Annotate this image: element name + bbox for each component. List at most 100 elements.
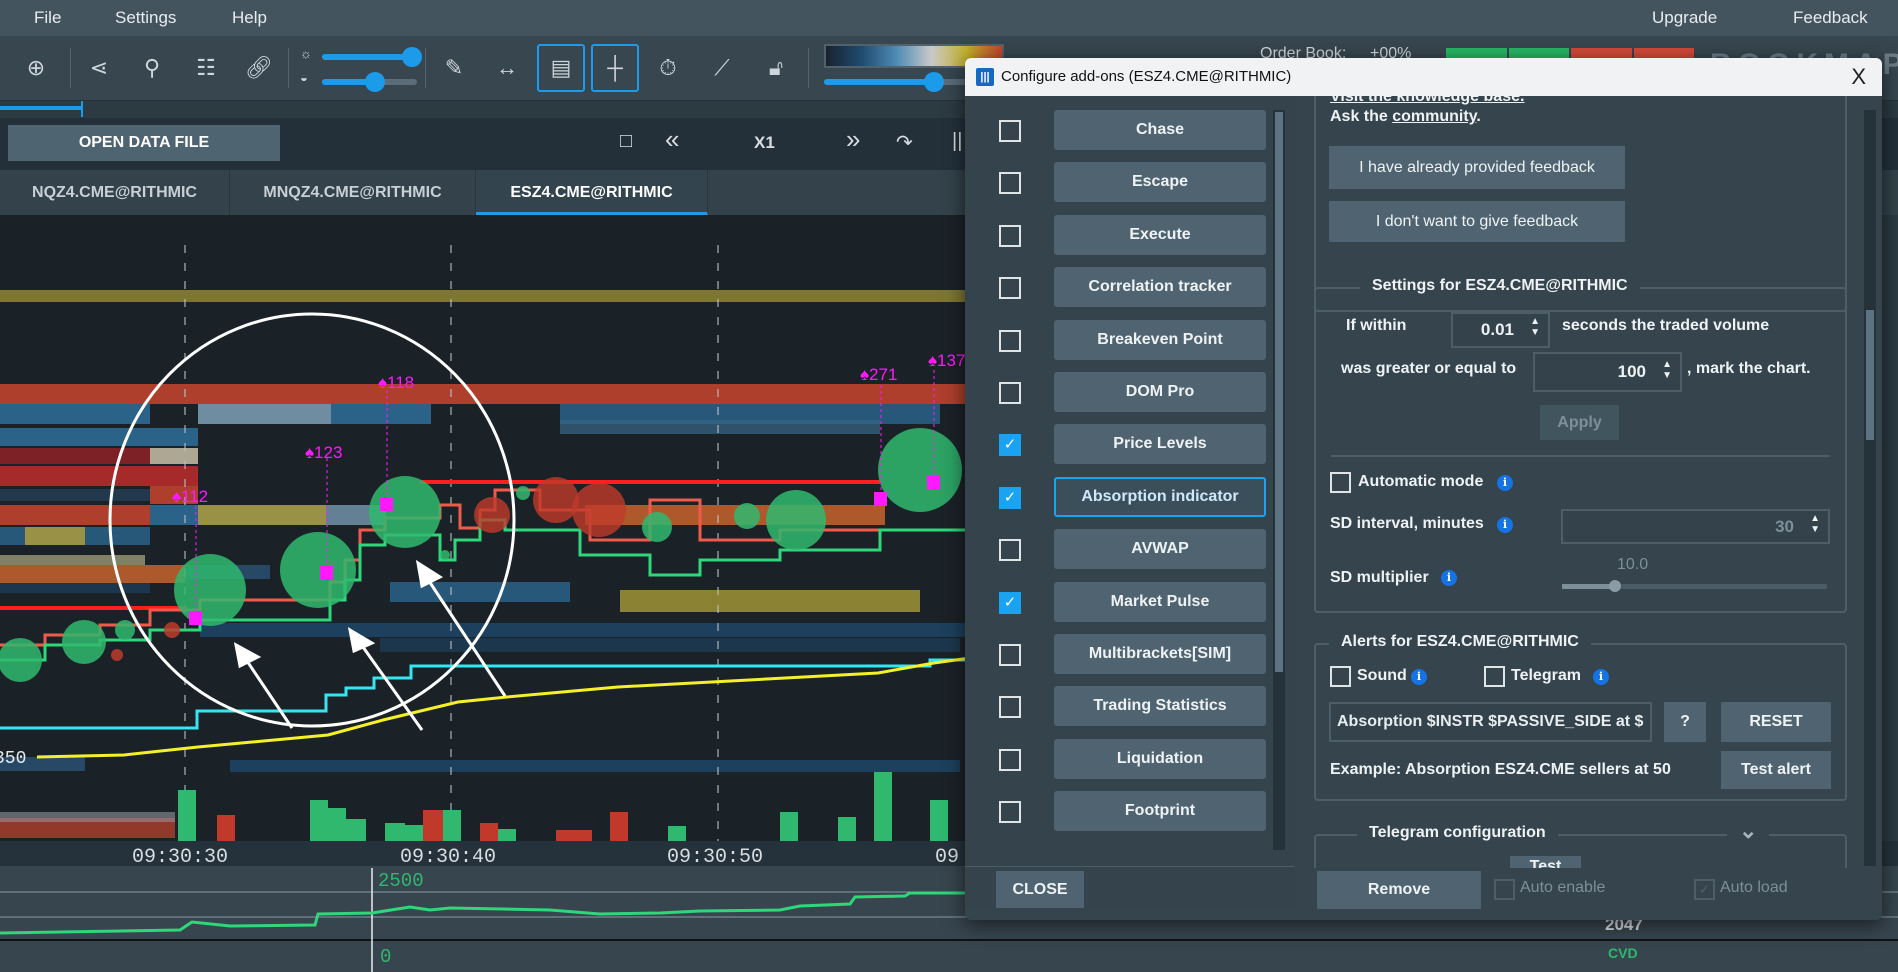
speed-label[interactable]: X1: [754, 133, 775, 153]
addon-checkbox[interactable]: [999, 696, 1021, 719]
addon-item[interactable]: Breakeven Point: [1054, 319, 1266, 360]
open-data-file-button[interactable]: OPEN DATA FILE: [8, 125, 280, 161]
time-tick: 09: [935, 846, 959, 869]
addon-item[interactable]: DOM Pro: [1054, 372, 1266, 412]
test-alert-button[interactable]: Test alert: [1721, 751, 1831, 789]
spinner-arrows-icon[interactable]: ▲ ▼: [1662, 359, 1672, 381]
tab-nqz4[interactable]: NQZ4.CME@RITHMIC: [0, 170, 230, 215]
tab-esz4[interactable]: ESZ4.CME@RITHMIC: [476, 170, 708, 215]
auto-enable-label: Auto enable: [1520, 879, 1606, 896]
addon-item[interactable]: Chase: [1054, 110, 1266, 150]
sd-multiplier-slider[interactable]: [1562, 580, 1827, 592]
addon-checkbox[interactable]: [999, 172, 1021, 195]
buy-bubble: [878, 428, 962, 512]
addon-item[interactable]: Trading Statistics: [1054, 686, 1266, 727]
pause-button[interactable]: ||: [952, 130, 962, 153]
bookmap-app-icon: |||: [976, 68, 994, 86]
upgrade-link[interactable]: Upgrade: [1652, 8, 1717, 28]
apply-button[interactable]: Apply: [1540, 405, 1619, 440]
telegram-test-button[interactable]: Test: [1510, 856, 1581, 868]
link-icon[interactable]: 🔗︎: [241, 50, 277, 86]
addon-checkbox[interactable]: [999, 748, 1021, 771]
addon-checkbox[interactable]: ✓: [999, 486, 1021, 509]
sound-label: Sound: [1357, 667, 1407, 684]
sd-interval-spinner[interactable]: 30 ▲ ▼: [1561, 509, 1830, 544]
already-provided-feedback-button[interactable]: I have already provided feedback: [1329, 146, 1625, 189]
alert-template-input[interactable]: Absorption $INSTR $PASSIVE_SIDE at $: [1329, 702, 1652, 742]
addon-item[interactable]: Multibrackets[SIM]: [1054, 634, 1266, 674]
measure-icon[interactable]: ↔: [489, 50, 525, 86]
settings-scrollbar-track[interactable]: [1864, 110, 1876, 866]
addon-checkbox[interactable]: [999, 224, 1021, 247]
rewind-button[interactable]: «: [665, 124, 679, 155]
sound-checkbox[interactable]: [1330, 666, 1351, 687]
info-icon[interactable]: i: [1441, 570, 1457, 586]
addon-checkbox[interactable]: [999, 277, 1021, 300]
auto-enable-checkbox[interactable]: [1494, 879, 1515, 900]
forward-button[interactable]: »: [846, 124, 860, 155]
addon-checkbox[interactable]: [999, 120, 1021, 142]
crosshair-icon[interactable]: ┼: [591, 44, 639, 92]
info-icon[interactable]: i: [1411, 669, 1427, 685]
tab-mnqz4[interactable]: MNQZ4.CME@RITHMIC: [230, 170, 476, 215]
info-icon[interactable]: i: [1497, 475, 1513, 491]
info-icon[interactable]: i: [1593, 669, 1609, 685]
close-icon[interactable]: X: [1851, 64, 1866, 90]
chevron-down-icon[interactable]: ⌄: [1727, 818, 1770, 844]
remove-button[interactable]: Remove: [1317, 871, 1481, 909]
brightness-slider[interactable]: [322, 47, 422, 67]
addon-list-scrollbar-track[interactable]: [1273, 110, 1285, 850]
addon-checkbox[interactable]: ✓: [999, 434, 1021, 457]
addon-item[interactable]: AVWAP: [1054, 529, 1266, 570]
auto-load-checkbox[interactable]: ✓: [1694, 879, 1715, 900]
volume-spinner[interactable]: 100 ▲ ▼: [1533, 352, 1682, 392]
feedback-link[interactable]: Feedback: [1793, 8, 1868, 28]
automatic-mode-checkbox[interactable]: [1330, 472, 1351, 493]
chat-icon[interactable]: ▤: [537, 44, 585, 92]
template-help-button[interactable]: ?: [1664, 702, 1706, 742]
lock-icon[interactable]: 🔓︎: [758, 50, 794, 86]
stopwatch-icon[interactable]: ⏱︎: [650, 50, 686, 86]
addon-item[interactable]: Price Levels: [1054, 424, 1266, 465]
addon-checkbox[interactable]: [999, 382, 1021, 404]
zoom-fit-icon[interactable]: ⊕: [18, 50, 54, 86]
microscope-icon[interactable]: ⚲: [134, 50, 170, 86]
addon-item[interactable]: Escape: [1054, 162, 1266, 203]
absorption-marker: [380, 497, 393, 511]
menu-help[interactable]: Help: [232, 8, 267, 28]
addon-checkbox[interactable]: [999, 329, 1021, 352]
absorption-label: ♠123: [305, 443, 342, 462]
addon-item[interactable]: Liquidation: [1054, 738, 1266, 779]
community-link[interactable]: community: [1392, 108, 1476, 125]
telegram-checkbox[interactable]: [1484, 666, 1505, 687]
tree-icon[interactable]: ☷: [188, 50, 224, 86]
addon-item[interactable]: Correlation tracker: [1054, 267, 1266, 308]
slider-thumb[interactable]: [1609, 580, 1621, 592]
contrast-slider[interactable]: [322, 72, 417, 92]
info-icon[interactable]: i: [1497, 517, 1513, 533]
pencil-icon[interactable]: ✎: [436, 50, 472, 86]
jump-button[interactable]: ↷: [896, 130, 913, 155]
dont-want-feedback-button[interactable]: I don't want to give feedback: [1329, 201, 1625, 242]
addon-item[interactable]: Market Pulse: [1054, 581, 1266, 622]
absorption-marker: [189, 611, 202, 625]
spinner-arrows-icon[interactable]: ▲ ▼: [1530, 316, 1540, 338]
sell-bubble: [572, 483, 626, 537]
reset-button[interactable]: RESET: [1721, 702, 1831, 742]
stop-button[interactable]: □: [620, 130, 632, 153]
addon-checkbox[interactable]: [999, 801, 1021, 824]
close-button[interactable]: CLOSE: [996, 871, 1084, 908]
addon-item[interactable]: Footprint: [1054, 791, 1266, 832]
chart-points-icon[interactable]: ⟋: [704, 50, 740, 86]
spinner-arrows-icon[interactable]: ▲ ▼: [1810, 513, 1820, 535]
menu-file[interactable]: File: [34, 8, 61, 28]
addon-checkbox[interactable]: [999, 644, 1021, 666]
menu-settings[interactable]: Settings: [115, 8, 176, 28]
addon-item[interactable]: Execute: [1054, 214, 1266, 255]
knowledge-base-text[interactable]: Visit the knowledge base.: [1330, 96, 1524, 106]
share-icon[interactable]: ⋖: [81, 50, 117, 86]
seconds-spinner[interactable]: 0.01 ▲ ▼: [1451, 312, 1550, 348]
addon-item[interactable]: Absorption indicator: [1054, 476, 1266, 517]
addon-checkbox[interactable]: ✓: [999, 591, 1021, 614]
addon-checkbox[interactable]: [999, 539, 1021, 562]
